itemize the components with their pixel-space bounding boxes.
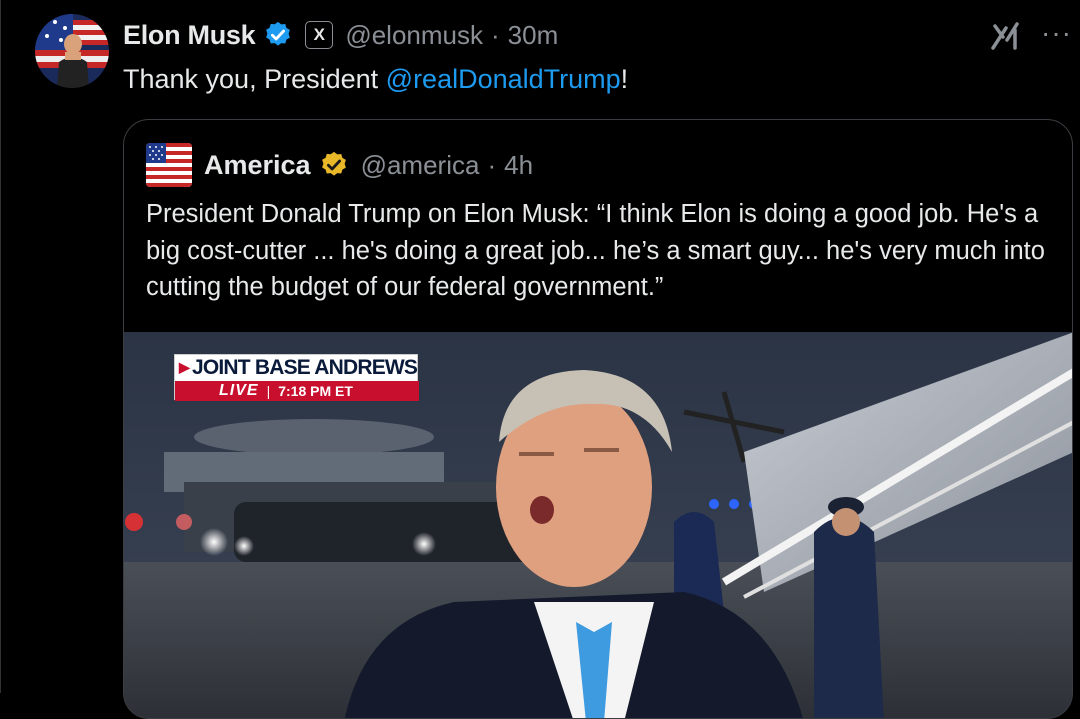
chyron-location-bar: ▶ JOINT BASE ANDREWS: [175, 355, 419, 380]
quote-author-name[interactable]: America: [204, 150, 311, 181]
us-flag-avatar[interactable]: [146, 143, 192, 187]
quote-text: President Donald Trump on Elon Musk: “I …: [146, 200, 1045, 301]
quoted-tweet[interactable]: America @america · 4h President Donald T…: [123, 119, 1073, 719]
tweet-text-suffix: !: [620, 64, 629, 94]
chyron-live-bar: LIVE | 7:18 PM ET: [175, 381, 419, 401]
chyron-separator: |: [266, 383, 271, 399]
quote-header: America @america · 4h: [146, 142, 533, 188]
more-options-icon[interactable]: ···: [1041, 18, 1072, 48]
tweet-header: Elon Musk X @elonmusk · 30m: [123, 16, 558, 54]
separator-dot: ·: [491, 19, 500, 50]
gold-verified-badge-icon: [321, 151, 346, 176]
chyron-time: 7:18 PM ET: [278, 383, 353, 399]
mention-link[interactable]: @realDonaldTrump: [386, 64, 621, 94]
quote-timestamp[interactable]: 4h: [504, 150, 533, 181]
chyron-arrow-icon: ▶: [179, 359, 190, 375]
chyron-live: LIVE: [219, 382, 259, 399]
grok-icon[interactable]: [989, 18, 1023, 52]
author-name[interactable]: Elon Musk: [123, 20, 256, 51]
quote-media-video[interactable]: ▶ JOINT BASE ANDREWS LIVE | 7:18 PM ET: [124, 332, 1072, 718]
chyron-location: JOINT BASE ANDREWS: [191, 355, 418, 379]
timestamp[interactable]: 30m: [508, 20, 559, 51]
quote-author-handle[interactable]: @america: [361, 150, 480, 181]
x-affiliate-badge[interactable]: X: [305, 21, 334, 49]
tweet-container: Elon Musk X @elonmusk · 30m ··· Thank yo…: [0, 0, 1080, 719]
author-handle[interactable]: @elonmusk: [345, 20, 483, 51]
tweet-text: Thank you, President @realDonaldTrump!: [123, 62, 628, 96]
tweet-text-prefix: Thank you, President: [123, 64, 386, 94]
avatar[interactable]: [35, 14, 109, 88]
quote-separator-dot: ·: [487, 149, 497, 180]
avatar-image: [35, 14, 109, 88]
verified-badge-icon: [266, 21, 291, 46]
news-chyron: ▶ JOINT BASE ANDREWS LIVE | 7:18 PM ET: [174, 354, 419, 401]
